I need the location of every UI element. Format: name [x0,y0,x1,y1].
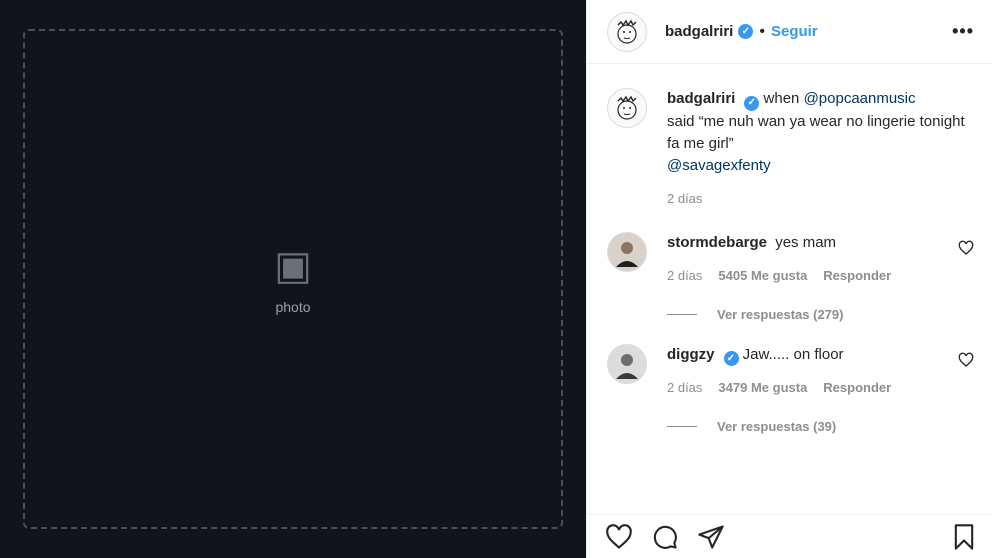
comment: diggzy ✓ Jaw..... on floor 2 días 3479 Me… [607,343,974,395]
caption-username[interactable]: badgalriri [667,90,735,107]
view-replies-label: Ver respuestas (279) [717,306,844,322]
comment-body: yes mam [775,233,837,251]
image-icon: ▣ [274,244,312,288]
view-replies-button[interactable]: Ver respuestas (39) [667,419,974,434]
heart-icon[interactable] [605,523,633,551]
reply-button[interactable]: Responder [823,268,891,283]
heart-icon[interactable] [958,240,974,261]
comment-body: Jaw..... on floor [742,345,844,363]
comment-text: stormdebarge yes mam [667,232,950,254]
verified-badge-icon: ✓ [744,95,760,111]
caption-mention-popcaan[interactable]: @popcaanmusic [804,90,916,107]
caption-meta: 2 días [667,191,974,206]
comment-username[interactable]: diggzy [667,346,715,363]
post-caption: badgalriri ✓ when @popcaanmusic said “me … [607,88,974,206]
post-side-panel: badgalriri ✓ • Seguir ••• badgalriri ✓ w… [587,0,992,558]
reply-button[interactable]: Responder [823,380,891,395]
separator-dot: • [759,22,765,40]
view-replies-label: Ver respuestas (39) [717,419,837,434]
follow-button[interactable]: Seguir [771,23,818,40]
user-photo-icon [608,232,646,271]
replies-divider [667,313,697,315]
comment-icon[interactable] [651,523,679,551]
photo-placeholder-label: photo [275,299,311,315]
photo-placeholder: ▣ photo [23,29,563,529]
caption-text-before: when [763,90,800,107]
header-username[interactable]: badgalriri [665,23,733,40]
doodle-avatar-icon [617,19,637,44]
comment-meta: 2 días 3479 Me gusta Responder [667,380,950,395]
comment-text: diggzy ✓ Jaw..... on floor [667,344,950,366]
comment-username[interactable]: stormdebarge [667,234,767,251]
caption-text-after: said “me nuh wan ya wear no lingerie ton… [667,112,965,152]
caption-timestamp[interactable]: 2 días [667,191,702,206]
instagram-post: ▣ photo badgalriri ✓ • Seguir ••• badgal… [0,0,992,558]
comment-timestamp[interactable]: 2 días [667,380,702,395]
verified-badge-icon: ✓ [738,24,754,39]
post-header: badgalriri ✓ • Seguir ••• [587,0,992,64]
more-options-icon[interactable]: ••• [952,21,974,42]
avatar[interactable] [607,88,647,128]
comment-timestamp[interactable]: 2 días [667,268,702,283]
avatar[interactable] [607,231,647,272]
comments-scroll-area[interactable]: badgalriri ✓ when @popcaanmusic said “me … [587,64,992,514]
view-replies-button[interactable]: Ver respuestas (279) [667,307,974,322]
comment: stormdebarge yes mam 2 días 5405 Me gust… [607,231,974,283]
comment-meta: 2 días 5405 Me gusta Responder [667,268,950,283]
heart-icon[interactable] [958,352,974,373]
avatar[interactable] [607,343,647,384]
doodle-avatar-icon [617,95,637,120]
share-icon[interactable] [697,523,725,551]
user-photo-icon [608,344,646,383]
verified-badge-icon: ✓ [723,351,739,366]
avatar[interactable] [607,11,647,52]
caption-text: badgalriri ✓ when @popcaanmusic said “me … [667,88,974,177]
comment-like-count[interactable]: 5405 Me gusta [718,268,807,283]
post-actions-bar [587,514,992,558]
caption-mention-savagexfenty[interactable]: @savagexfenty [667,157,771,174]
bookmark-icon[interactable] [950,523,978,551]
replies-divider [667,426,697,427]
post-media[interactable]: ▣ photo [0,0,587,558]
comment-like-count[interactable]: 3479 Me gusta [718,380,807,395]
